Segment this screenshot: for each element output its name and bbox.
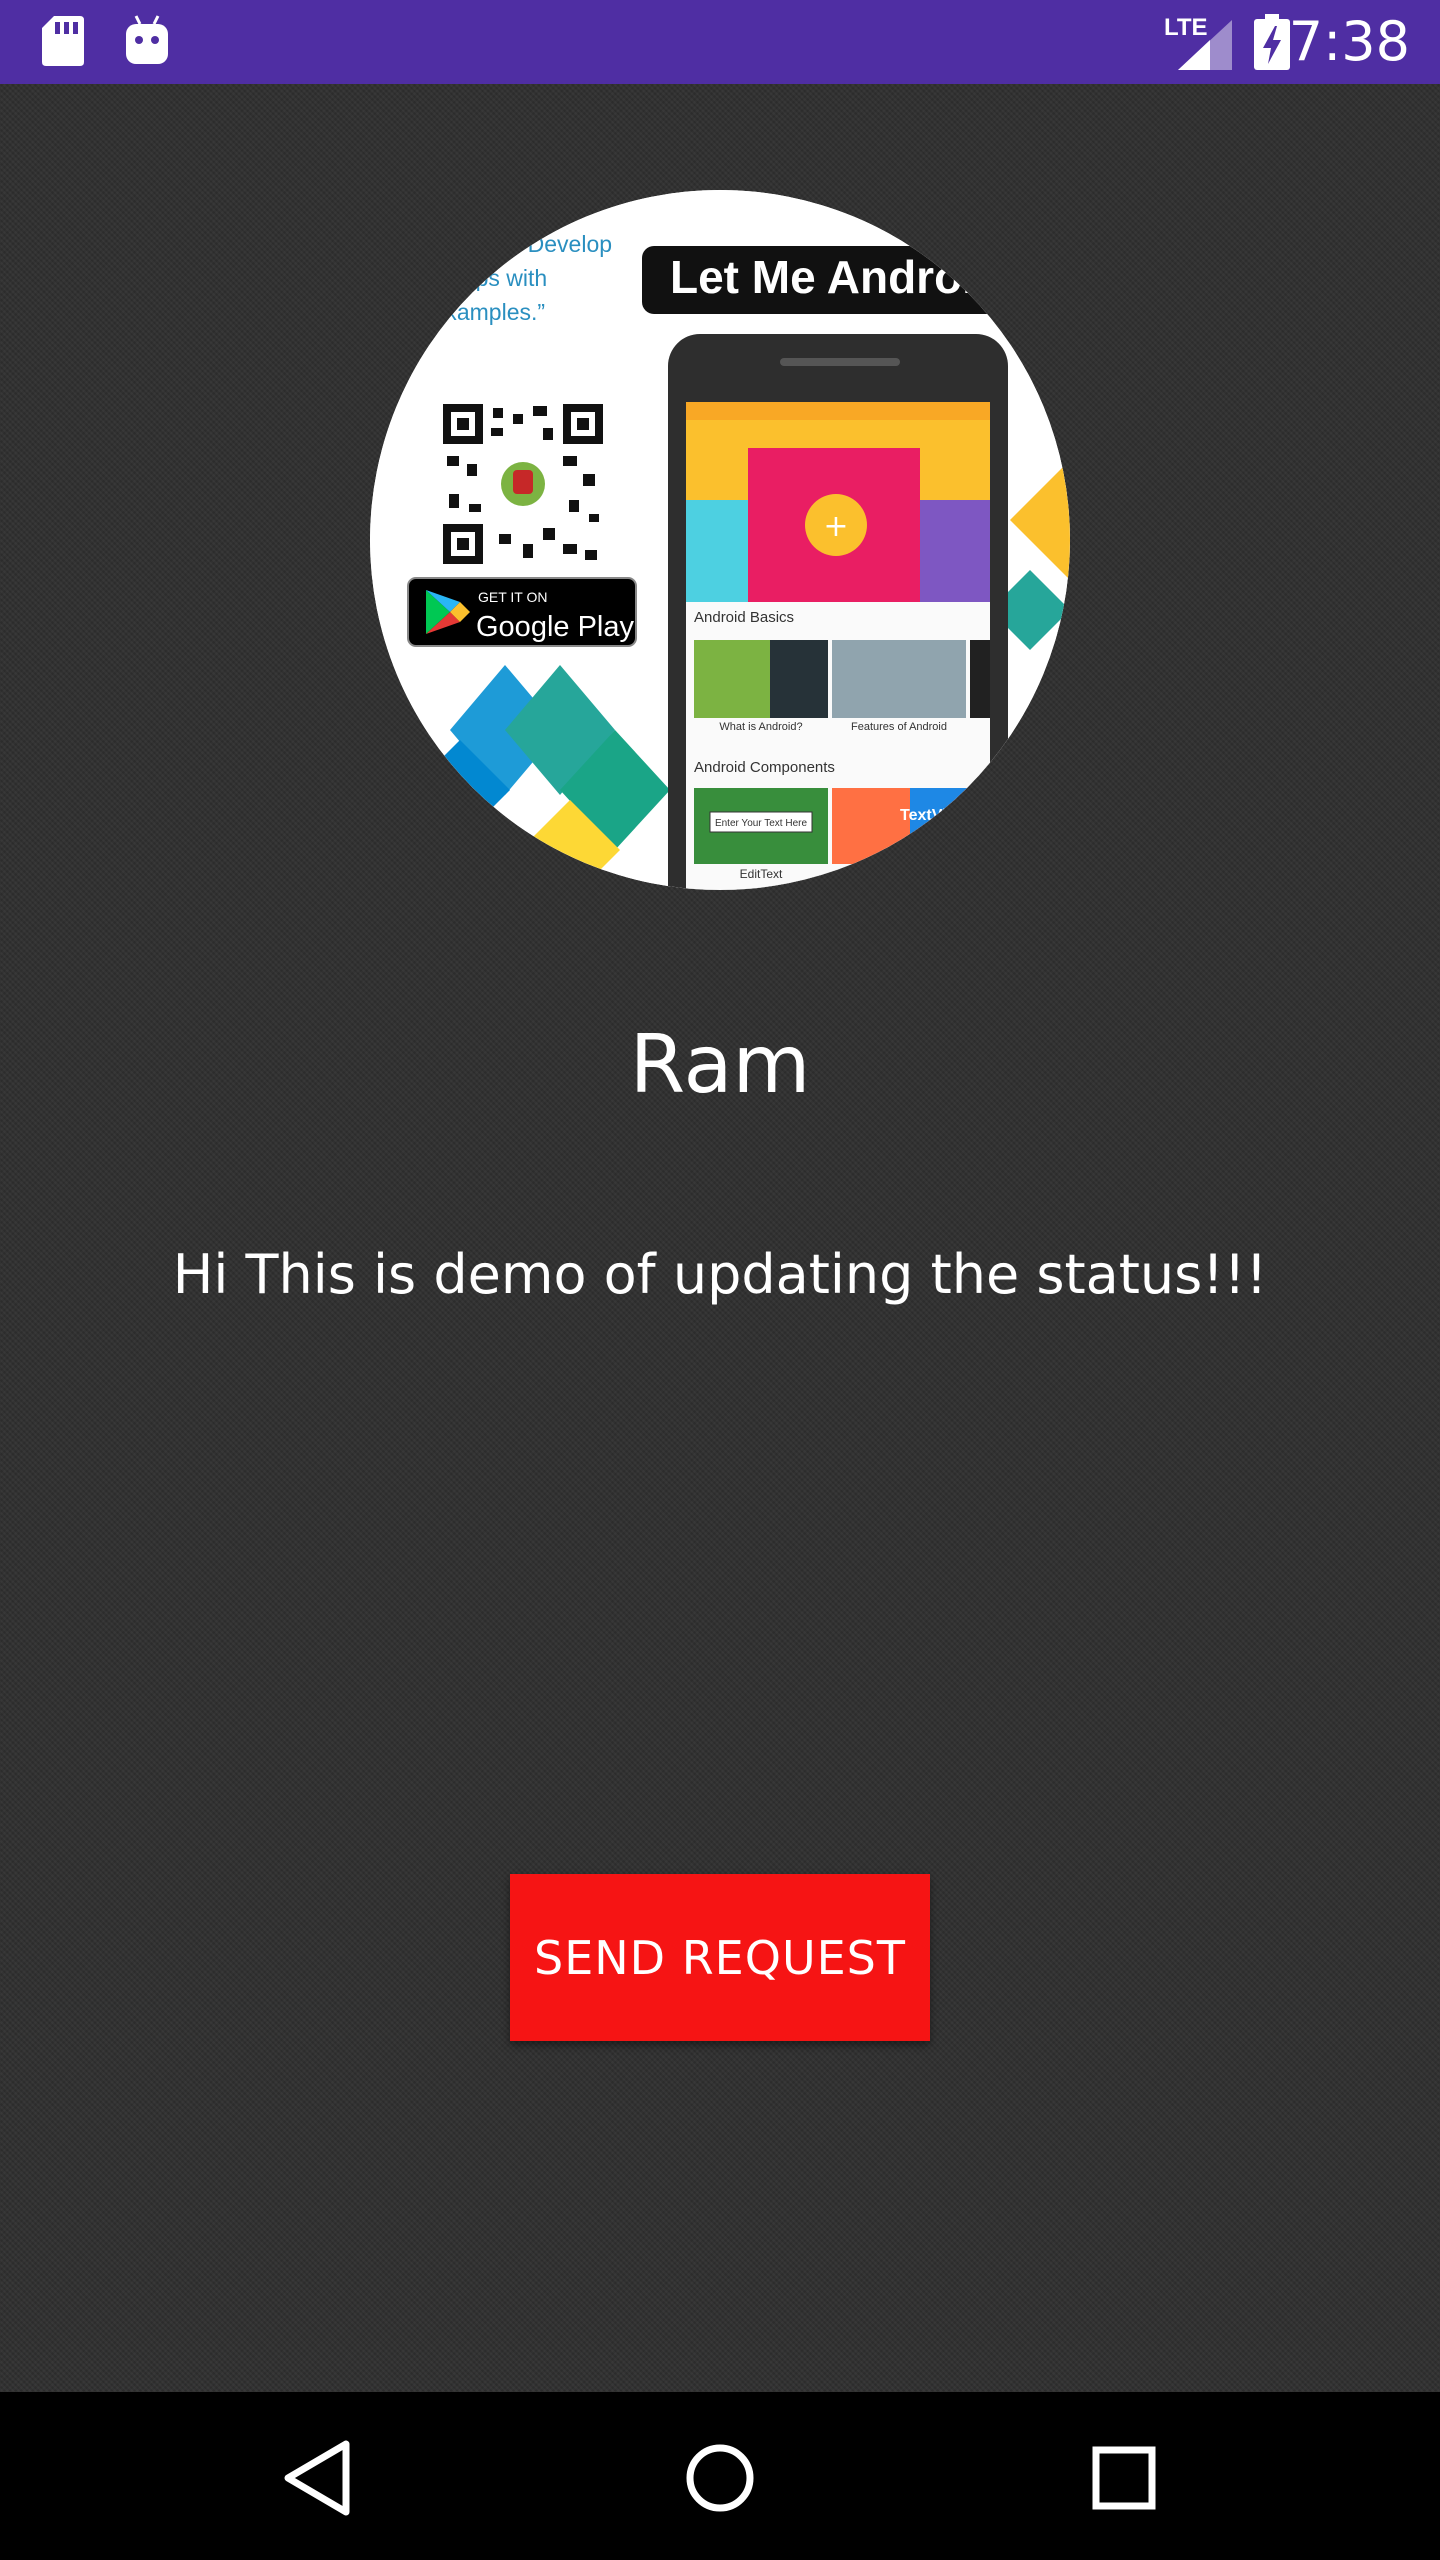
qr-code (443, 404, 603, 564)
android-icon (126, 15, 168, 64)
navigation-bar (0, 2392, 1440, 2560)
badge-google-play: Google Play (476, 611, 634, 643)
status-bar: LTE 7:38 (0, 0, 1440, 84)
badge-get-it-on: GET IT ON (478, 589, 548, 605)
phone-section-basics: Android Basics (694, 609, 794, 626)
svg-text:+: + (823, 509, 848, 544)
image-tagline-line-3: Examples.” (430, 299, 545, 325)
phone-card-features: Features of Android (851, 721, 947, 733)
signal-icon (1178, 20, 1232, 70)
phone-card-edittext: EditText (740, 867, 783, 881)
phone-section-components: Android Components (694, 759, 835, 776)
image-tagline-line-1: “Develop (520, 231, 612, 257)
profile-status: Hi This is demo of updating the status!!… (172, 1243, 1268, 1306)
profile-name: Ram (629, 1018, 811, 1111)
image-headline: Let Me Android (670, 251, 1003, 303)
image-tagline-line-2: apps with (450, 265, 547, 291)
phone-card-input-hint: Enter Your Text Here (715, 818, 808, 829)
clock: 7:38 (1288, 10, 1410, 73)
profile-image[interactable]: “Develop apps with Examples.” Let Me And… (370, 190, 1070, 890)
phone-card-what-is-android: What is Android? (719, 721, 802, 733)
sd-card-icon (42, 16, 84, 66)
home-icon[interactable] (670, 2428, 770, 2528)
back-icon[interactable] (268, 2428, 368, 2528)
send-request-button[interactable]: SEND REQUEST (510, 1874, 930, 2041)
recents-icon[interactable] (1074, 2428, 1174, 2528)
battery-charging-icon (1254, 14, 1290, 70)
phone-card-textview: TextView (900, 807, 968, 824)
